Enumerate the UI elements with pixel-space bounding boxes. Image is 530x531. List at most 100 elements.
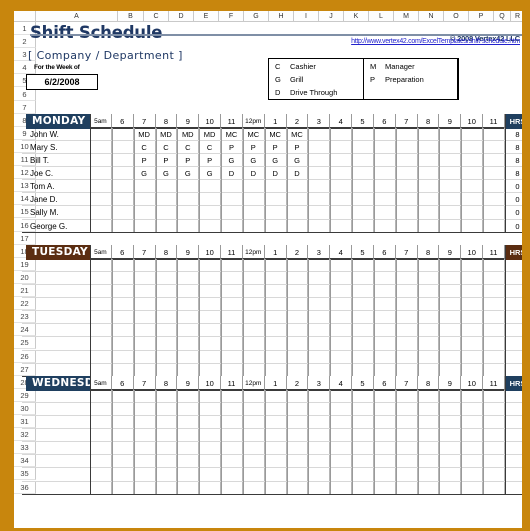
time-header-11: 11	[221, 113, 243, 129]
legend-name-cashier: Cashier	[290, 62, 316, 72]
grid-vline-monday-2	[133, 127, 135, 232]
week-of-date-field[interactable]: 6/2/2008	[26, 74, 98, 91]
time-header-12pm: 12pm	[242, 375, 265, 391]
grid-vline-tuesday-5	[199, 258, 201, 376]
time-header-8: 8	[417, 244, 440, 260]
legend-code-p: P	[370, 74, 376, 84]
time-header-10: 10	[199, 375, 222, 391]
time-header-9: 9	[177, 375, 200, 391]
column-letter-b[interactable]: B	[118, 11, 144, 22]
column-letter-j[interactable]: J	[319, 11, 344, 22]
time-header-12pm: 12pm	[242, 244, 265, 260]
time-header-6: 6	[111, 244, 134, 260]
grid-vline-tuesday-16	[439, 258, 441, 376]
row-number-7[interactable]: 7	[14, 100, 36, 114]
time-header-4: 4	[330, 244, 353, 260]
grid-vline-left-tuesday	[90, 244, 91, 376]
grid-vline-monday-17	[461, 127, 463, 232]
grid-vline-wednesday-13	[373, 389, 375, 494]
grid-vline-monday-7	[242, 127, 244, 232]
time-header-1: 1	[264, 375, 287, 391]
grid-vline-wednesday-11	[330, 389, 332, 494]
column-letter-k[interactable]: K	[344, 11, 369, 22]
time-header-9: 9	[177, 113, 200, 129]
column-letter-n[interactable]: N	[419, 11, 444, 22]
grid-vline-monday-16	[439, 127, 441, 232]
grid-vline-wednesday-7	[242, 389, 244, 494]
column-letter-r[interactable]: R	[511, 11, 522, 22]
column-letter-q[interactable]: Q	[494, 11, 511, 22]
time-header-5am: 5am	[90, 244, 112, 260]
time-header-8: 8	[155, 375, 178, 391]
column-letter-i[interactable]: I	[294, 11, 319, 22]
legend-code-g: G	[275, 74, 281, 84]
legend-divider-1	[363, 58, 364, 101]
grid-vline-monday-9	[286, 127, 288, 232]
grid-vline-left-wednesday	[90, 375, 91, 494]
time-header-6: 6	[111, 113, 134, 129]
column-letter-l[interactable]: L	[369, 11, 394, 22]
day-header-monday: MONDAY	[26, 113, 90, 129]
hrs-header-wednesday: HRS	[505, 375, 522, 391]
grid-vline-wednesday-10	[308, 389, 310, 494]
hrs-header-tuesday: HRS	[505, 244, 522, 260]
grid-vline-wednesday-8	[264, 389, 266, 494]
time-header-2: 2	[286, 244, 309, 260]
day-header-tuesday: TUESDAY	[26, 244, 90, 260]
time-header-8: 8	[417, 375, 440, 391]
select-all-corner[interactable]	[14, 11, 36, 22]
grid-vline-hrs-tuesday	[505, 244, 506, 376]
column-letter-c[interactable]: C	[144, 11, 169, 22]
time-header-9: 9	[439, 113, 462, 129]
column-letter-o[interactable]: O	[444, 11, 469, 22]
column-letter-h[interactable]: H	[269, 11, 294, 22]
column-letter-f[interactable]: F	[219, 11, 244, 22]
column-letter-d[interactable]: D	[169, 11, 194, 22]
template-url-link[interactable]: http://www.vertex42.com/ExcelTemplates/s…	[300, 38, 520, 45]
column-letter-g[interactable]: G	[244, 11, 269, 22]
time-header-9: 9	[439, 244, 462, 260]
grid-vline-tuesday-17	[461, 258, 463, 376]
column-letter-a[interactable]: A	[36, 11, 118, 22]
legend-code-d: D	[275, 87, 281, 97]
time-header-7: 7	[133, 113, 156, 129]
grid-vline-tuesday-15	[417, 258, 419, 376]
company-department-field[interactable]: [ Company / Department ]	[28, 49, 278, 65]
time-header-8: 8	[155, 244, 178, 260]
time-header-6: 6	[373, 375, 396, 391]
grid-vline-tuesday-13	[373, 258, 375, 376]
time-header-11: 11	[483, 113, 505, 129]
grid-vline-wednesday-1	[111, 389, 113, 494]
grid-vline-wednesday-15	[417, 389, 419, 494]
legend-name-preparation: Preparation	[385, 74, 424, 84]
grid-vline-tuesday-8	[264, 258, 266, 376]
grid-vline-monday-13	[373, 127, 375, 232]
grid-vline-wednesday-4	[177, 389, 179, 494]
grid-vline-left-monday	[90, 113, 91, 232]
time-header-11: 11	[221, 244, 243, 260]
grid-vline-wednesday-3	[155, 389, 157, 494]
grid-vline-monday-3	[155, 127, 157, 232]
grid-vline-wednesday-12	[352, 389, 354, 494]
grid-vline-wednesday-18	[483, 389, 485, 494]
grid-vline-tuesday-6	[221, 258, 223, 376]
column-letter-m[interactable]: M	[394, 11, 419, 22]
row-number-17[interactable]: 17	[14, 231, 36, 245]
time-header-10: 10	[461, 113, 484, 129]
grid-vline-monday-10	[308, 127, 310, 232]
time-header-1: 1	[264, 244, 287, 260]
grid-vline-tuesday-14	[395, 258, 397, 376]
time-header-3: 3	[308, 375, 331, 391]
spreadsheet-sheet: ABCDEFGHIJKLMNOPQRSTU 123456789101112131…	[14, 11, 522, 528]
grid-vline-tuesday-18	[483, 258, 485, 376]
grid-vline-wednesday-14	[395, 389, 397, 494]
time-header-4: 4	[330, 375, 353, 391]
time-header-9: 9	[177, 244, 200, 260]
legend-name-grill: Grill	[290, 74, 304, 84]
time-header-10: 10	[461, 375, 484, 391]
column-letter-p[interactable]: P	[469, 11, 494, 22]
column-letter-e[interactable]: E	[194, 11, 219, 22]
time-header-5am: 5am	[90, 375, 112, 391]
grid-vline-tuesday-9	[286, 258, 288, 376]
time-header-5am: 5am	[90, 113, 112, 129]
